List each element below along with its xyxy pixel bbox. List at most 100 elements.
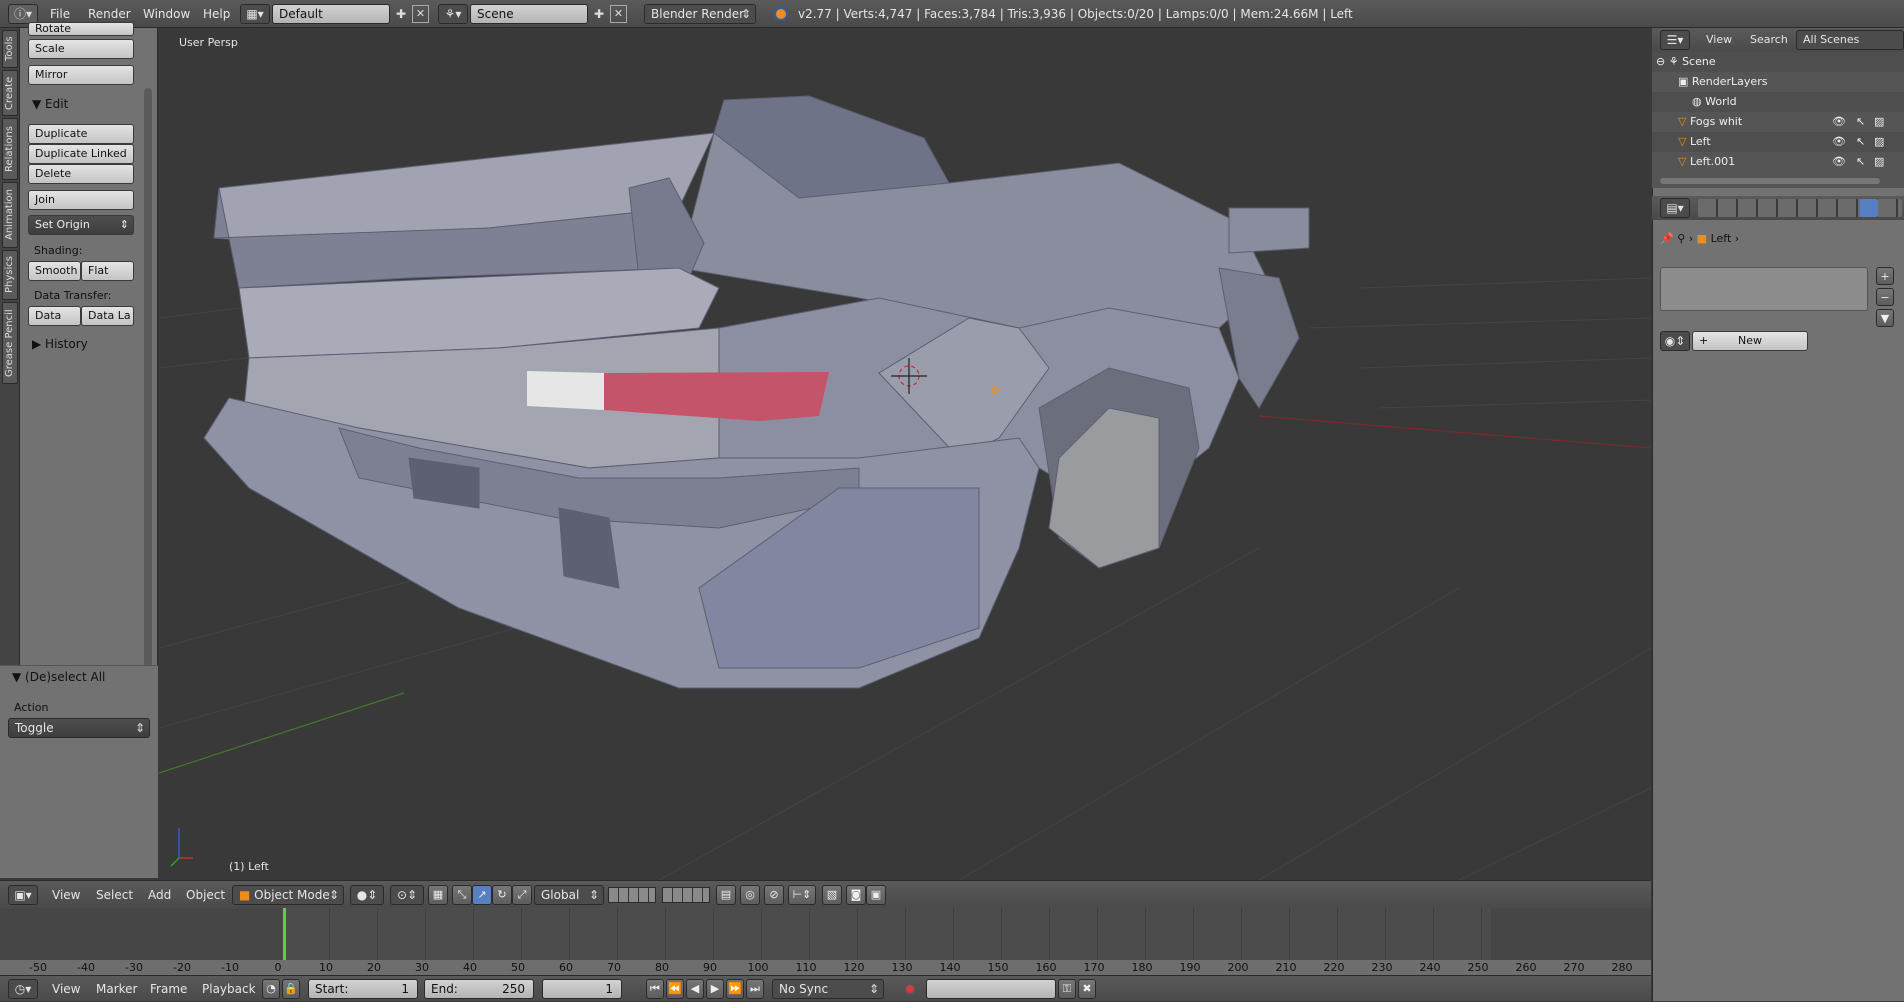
opengl-render-icon[interactable]: ▧ (822, 885, 842, 905)
viewport-shading-select[interactable]: ●⇕ (350, 885, 384, 905)
shelf-scrollbar[interactable] (144, 88, 152, 688)
remove-scene-icon[interactable]: ✕ (610, 5, 627, 23)
layers-grid-a[interactable] (608, 887, 656, 903)
outliner-row-world[interactable]: ◍ World (1652, 92, 1904, 112)
delete-keyframe-icon[interactable]: ✖ (1078, 979, 1096, 999)
select-arrow-icon[interactable]: ↖ (1856, 112, 1865, 132)
menu-add[interactable]: Add (148, 881, 171, 909)
menu-view[interactable]: View (52, 881, 80, 909)
tab-relations[interactable]: Relations (2, 118, 18, 180)
timeline-area[interactable]: -50 -40 -30 -20 -10 0 10 20 30 40 50 60 70 80 90 100 110… (0, 908, 1651, 975)
snap-toggle-icon[interactable]: ⊘ (764, 885, 784, 905)
display-mode-select[interactable]: All Scenes (1796, 30, 1904, 50)
material-tab-icon[interactable] (1860, 199, 1878, 217)
outliner-editor-icon[interactable]: ☰▾ (1660, 30, 1690, 50)
mode-select[interactable]: ■ Object Mode ⇕ (232, 885, 344, 905)
deselect-all-header[interactable]: ▼ (De)select All (12, 670, 105, 684)
scene-icon[interactable]: ⚘▾ (438, 4, 468, 24)
visibility-eye-icon[interactable]: 👁 (1832, 112, 1846, 132)
menu-frame[interactable]: Frame (150, 976, 187, 1002)
visibility-eye-icon[interactable]: 👁 (1832, 152, 1846, 172)
play-icon[interactable]: ▶ (706, 979, 724, 999)
screen-layout-icon[interactable]: ▦▾ (240, 4, 270, 24)
limit-selection-icon[interactable]: ▦ (428, 885, 448, 905)
history-panel-header[interactable]: ▶ History (32, 337, 88, 351)
menu-marker[interactable]: Marker (96, 976, 137, 1002)
current-frame-field[interactable]: 1 (542, 979, 622, 999)
lock-layers-icon[interactable]: ▤ (716, 885, 736, 905)
add-layout-icon[interactable]: ✚ (392, 4, 410, 24)
scene-field[interactable]: Scene (470, 4, 588, 24)
material-slot-list[interactable] (1660, 267, 1868, 311)
current-frame-marker[interactable] (283, 908, 286, 960)
outliner-row-fogs[interactable]: ▽ Fogs whit 👁 ↖ ▨ (1652, 112, 1904, 132)
prev-keyframe-icon[interactable]: ⏪ (666, 979, 684, 999)
scale-button[interactable]: Scale (28, 39, 134, 59)
menu-select[interactable]: Select (96, 881, 133, 909)
end-frame-field[interactable]: End: 250 (424, 979, 534, 999)
outliner-row-left[interactable]: ▽ Left 👁 ↖ ▨ (1652, 132, 1904, 152)
delete-button[interactable]: Delete (28, 164, 134, 184)
render-camera-icon[interactable]: ▨ (1874, 112, 1884, 132)
layers-grid-b[interactable] (662, 887, 710, 903)
lock-range-icon[interactable]: 🔒 (282, 979, 300, 999)
outliner-row-left001[interactable]: ▽ Left.001 👁 ↖ ▨ (1652, 152, 1904, 172)
scale-manipulator-icon[interactable]: ⤢ (512, 885, 532, 905)
play-reverse-icon[interactable]: ◀ (686, 979, 704, 999)
pin-icon[interactable]: 📌 (1660, 232, 1674, 245)
keying-set-field[interactable] (926, 979, 1056, 999)
add-scene-icon[interactable]: ✚ (590, 4, 608, 24)
sync-select[interactable]: No Sync ⇕ (772, 979, 884, 999)
outliner-scrollbar[interactable] (1660, 178, 1880, 184)
tab-create[interactable]: Create (2, 70, 18, 116)
add-slot-icon[interactable]: + (1876, 267, 1894, 285)
pivot-select[interactable]: ⊙⇕ (390, 885, 424, 905)
next-keyframe-icon[interactable]: ⏩ (726, 979, 744, 999)
data-layout-button[interactable]: Data La (81, 306, 134, 326)
select-arrow-icon[interactable]: ↖ (1856, 152, 1865, 172)
orientation-select[interactable]: Global ⇕ (534, 885, 604, 905)
duplicate-linked-button[interactable]: Duplicate Linked (28, 144, 134, 164)
render-camera-icon[interactable]: ▨ (1874, 132, 1884, 152)
tab-animation[interactable]: Animation (2, 182, 18, 248)
edit-panel-header[interactable]: ▼ Edit (32, 97, 68, 111)
rotate-manipulator-icon[interactable]: ↻ (492, 885, 512, 905)
start-frame-field[interactable]: Start: 1 (308, 979, 418, 999)
menu-outliner-view[interactable]: View (1706, 28, 1732, 52)
flat-button[interactable]: Flat (81, 261, 134, 281)
visibility-eye-icon[interactable]: 👁 (1832, 132, 1846, 152)
preview-range-icon[interactable]: ◔ (262, 979, 280, 999)
rotate-button[interactable]: Rotate (28, 22, 134, 36)
editor-type-icon[interactable]: ▣▾ (8, 885, 38, 905)
duplicate-button[interactable]: Duplicate (28, 124, 134, 144)
tab-tools[interactable]: Tools (2, 30, 18, 68)
3d-viewport[interactable]: User Persp (1) Left (159, 28, 1651, 880)
timeline-editor-icon[interactable]: ◷▾ (8, 979, 38, 999)
slot-specials-icon[interactable]: ▼ (1876, 309, 1894, 327)
insert-keyframe-icon[interactable]: ⚿ (1058, 979, 1076, 999)
outliner-row-scene[interactable]: ⊖ ⚘ Scene (1652, 52, 1904, 72)
render-camera-icon[interactable]: ▨ (1874, 152, 1884, 172)
menu-help[interactable]: Help (203, 0, 230, 28)
render-engine-select[interactable]: Blender Render ⇕ (644, 4, 756, 24)
jump-end-icon[interactable]: ⏭ (746, 979, 764, 999)
render-animation-icon[interactable]: ▣ (866, 885, 886, 905)
menu-window[interactable]: Window (143, 0, 190, 28)
remove-slot-icon[interactable]: − (1876, 288, 1894, 306)
manipulator-toggle-icon[interactable]: ⤡ (452, 885, 472, 905)
menu-outliner-search[interactable]: Search (1750, 28, 1788, 52)
info-editor-icon[interactable]: ⓘ▾ (8, 4, 38, 24)
translate-manipulator-icon[interactable]: ↗ (472, 885, 492, 905)
auto-keying-record-icon[interactable] (904, 983, 916, 995)
material-browse-icon[interactable]: ◉⇕ (1660, 331, 1690, 351)
menu-timeline-view[interactable]: View (52, 976, 80, 1002)
render-image-icon[interactable]: ◙ (846, 885, 866, 905)
new-material-button[interactable]: + New (1692, 331, 1808, 351)
action-dropdown[interactable]: Toggle ⇕ (8, 718, 150, 738)
tab-grease-pencil[interactable]: Grease Pencil (2, 302, 18, 384)
join-button[interactable]: Join (28, 190, 134, 210)
tab-physics[interactable]: Physics (2, 250, 18, 300)
properties-editor-icon[interactable]: ▤▾ (1660, 198, 1690, 218)
screen-layout-field[interactable]: Default (272, 4, 390, 24)
mirror-button[interactable]: Mirror (28, 65, 134, 85)
